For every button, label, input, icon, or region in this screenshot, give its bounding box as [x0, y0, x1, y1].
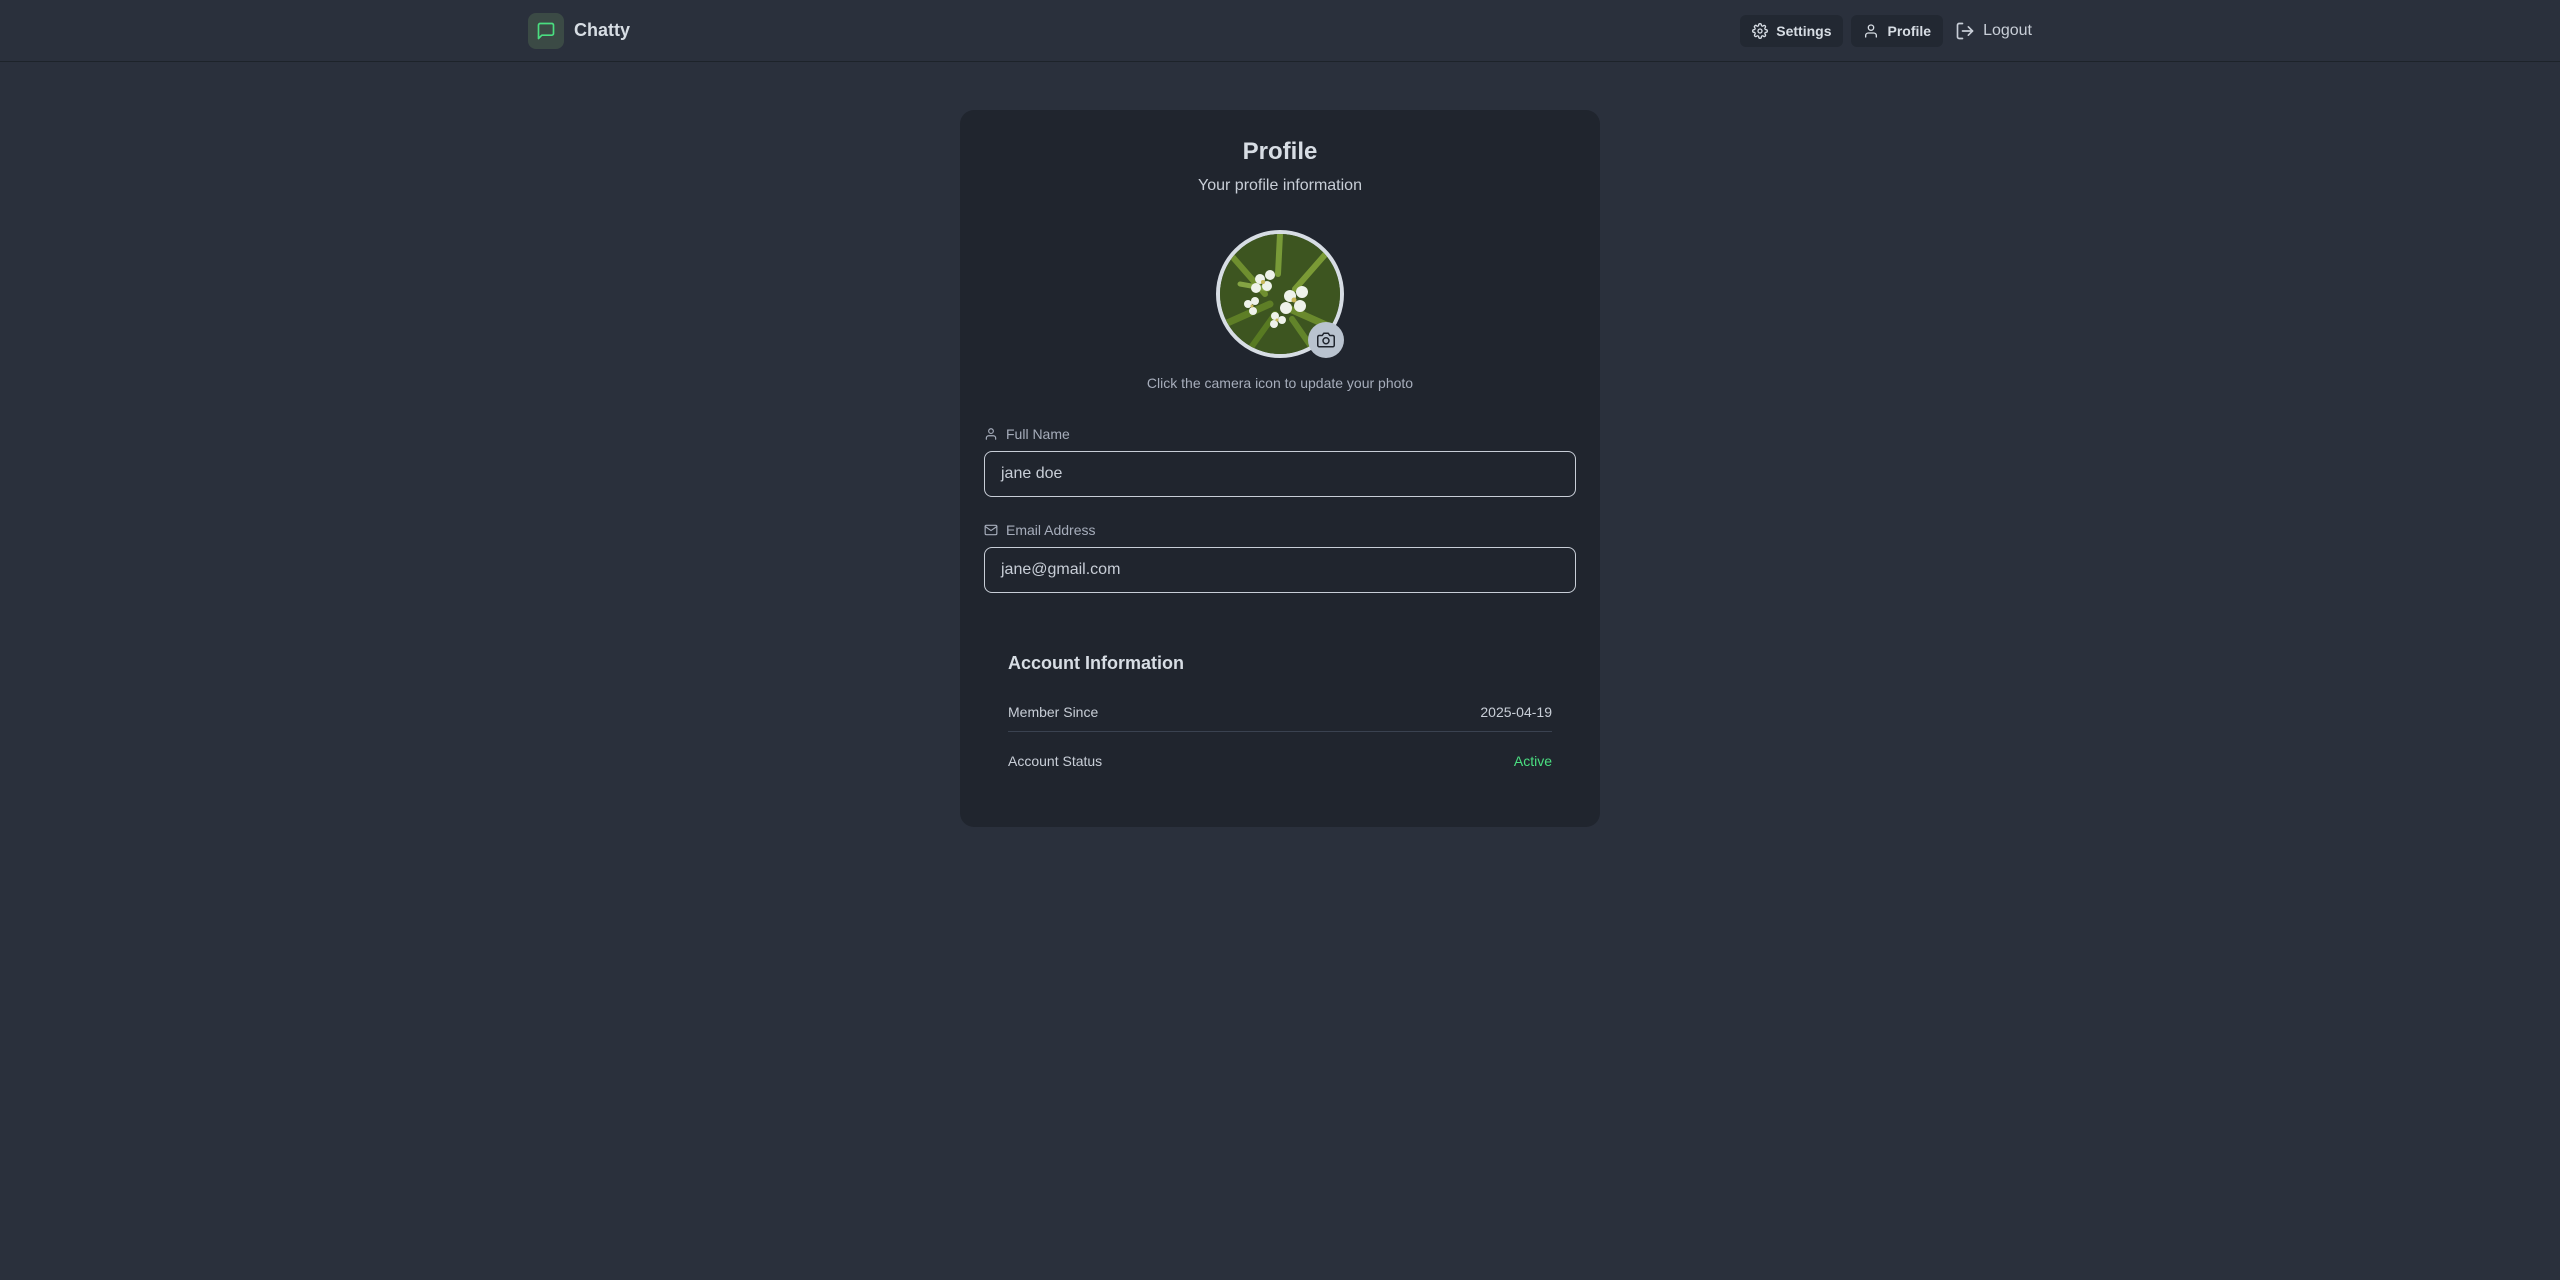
full-name-field[interactable]: jane doe: [984, 451, 1576, 497]
email-field[interactable]: jane@gmail.com: [984, 547, 1576, 593]
gear-icon: [1752, 22, 1769, 39]
status-badge: Active: [1513, 753, 1552, 769]
page-subtitle: Your profile information: [1198, 177, 1362, 194]
member-since-value: 2025-04-19: [1480, 703, 1552, 720]
mail-icon: [984, 523, 998, 537]
brand-link[interactable]: Chatty: [528, 12, 631, 49]
logout-label: Logout: [1983, 21, 2032, 39]
camera-upload-button[interactable]: [1308, 322, 1344, 358]
logout-button[interactable]: Logout: [1951, 15, 2032, 47]
navbar-inner: Chatty Settings Profile Logout: [528, 0, 2032, 61]
account-status-row: Account Status Active: [1008, 741, 1552, 781]
full-name-label-text: Full Name: [1006, 426, 1070, 442]
top-navbar: Chatty Settings Profile Logout: [0, 0, 2560, 62]
message-square-icon: [528, 12, 564, 49]
settings-label: Settings: [1776, 22, 1832, 39]
member-since-row: Member Since 2025-04-19: [1008, 692, 1552, 732]
profile-label: Profile: [1887, 22, 1932, 39]
settings-button[interactable]: Settings: [1740, 14, 1844, 47]
logout-icon: [1955, 21, 1975, 41]
profile-card: Profile Your profile information Click t…: [960, 110, 1600, 827]
camera-icon: [1317, 331, 1335, 349]
email-label: Email Address: [984, 522, 1095, 538]
user-icon: [984, 427, 998, 441]
full-name-label: Full Name: [984, 426, 1070, 442]
member-since-label: Member Since: [1008, 703, 1099, 720]
user-icon: [1863, 23, 1879, 39]
nav-actions: Settings Profile Logout: [1740, 14, 2032, 47]
photo-hint: Click the camera icon to update your pho…: [1146, 375, 1414, 391]
account-info-title: Account Information: [1008, 653, 1184, 673]
profile-button[interactable]: Profile: [1851, 14, 1944, 47]
avatar-container: [1216, 230, 1344, 358]
app-name: Chatty: [574, 20, 631, 40]
email-label-text: Email Address: [1006, 522, 1096, 538]
account-status-label: Account Status: [1008, 753, 1103, 769]
page-title: Profile: [1242, 138, 1318, 165]
